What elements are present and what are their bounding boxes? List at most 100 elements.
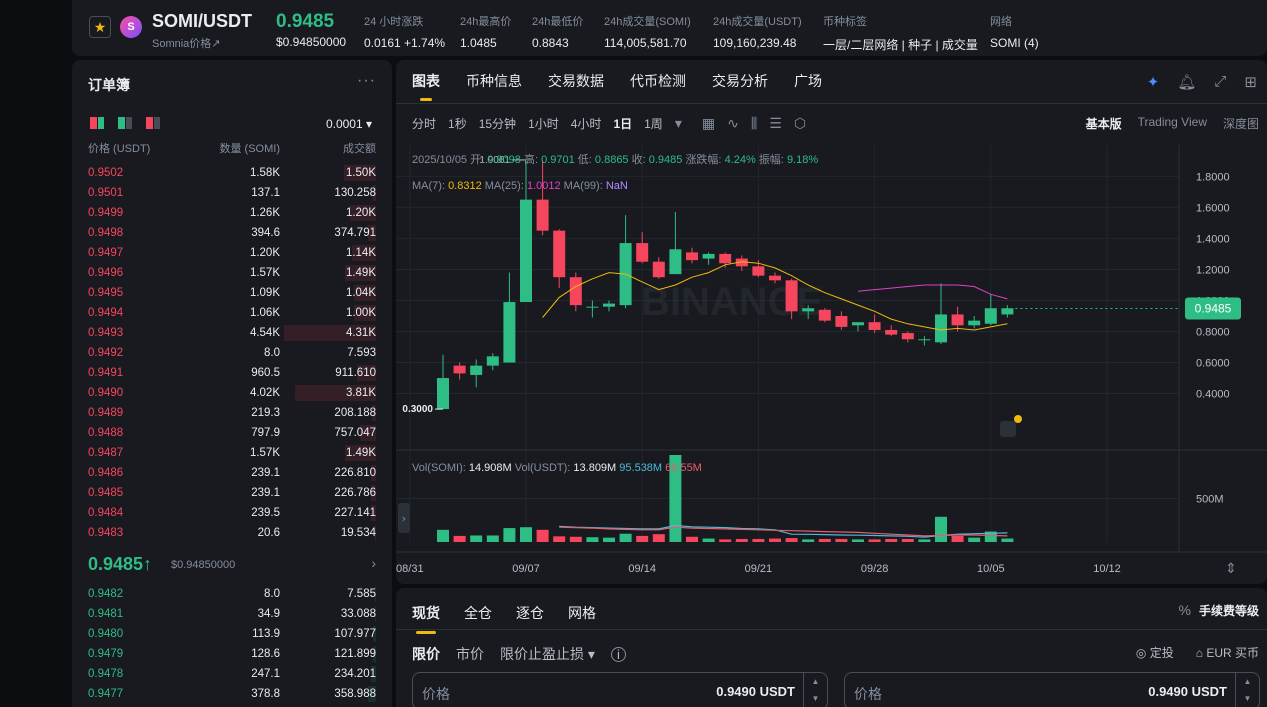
ask-row[interactable]: 0.9502 1.58K 1.50K: [72, 163, 392, 183]
tick-size-select[interactable]: 0.0001 ▾: [326, 117, 372, 131]
bid-row[interactable]: 0.9477 378.8 358.988: [72, 684, 392, 704]
timeframe-1h[interactable]: 1小时: [528, 115, 559, 132]
tab-trade-analysis[interactable]: 交易分析: [712, 71, 768, 101]
tab-coin-info[interactable]: 币种信息: [466, 71, 522, 101]
caret-down-icon[interactable]: ▾: [675, 115, 682, 132]
ask-row[interactable]: 0.9491 960.5 911.610: [72, 363, 392, 383]
ask-row[interactable]: 0.9496 1.57K 1.49K: [72, 263, 392, 283]
timeframe-line[interactable]: 分时: [412, 115, 436, 132]
ask-row[interactable]: 0.9495 1.09K 1.04K: [72, 283, 392, 303]
timeframe-15m[interactable]: 15分钟: [479, 115, 516, 132]
volume-bar: [486, 535, 499, 542]
view-tradingview[interactable]: Trading View: [1138, 115, 1207, 132]
ask-row[interactable]: 0.9490 4.02K 3.81K: [72, 383, 392, 403]
ask-row[interactable]: 0.9488 797.9 757.047: [72, 423, 392, 443]
fit-height-icon[interactable]: ⇕: [1225, 561, 1237, 577]
tab-chart[interactable]: 图表: [412, 71, 440, 101]
order-type-limit[interactable]: 限价: [412, 644, 440, 664]
ask-row[interactable]: 0.9501 137.1 130.258: [72, 183, 392, 203]
ask-row[interactable]: 0.9483 20.6 19.534: [72, 523, 392, 543]
ask-row[interactable]: 0.9499 1.26K 1.20K: [72, 203, 392, 223]
ask-row[interactable]: 0.9486 239.1 226.810: [72, 463, 392, 483]
ohlc-value: 高:: [524, 152, 541, 166]
chevron-right-icon[interactable]: ›: [371, 555, 376, 571]
pair-title[interactable]: SOMI/USDT: [152, 11, 252, 32]
candle-body: [951, 314, 964, 326]
ohlc-value: 0.9701: [541, 154, 578, 166]
x-tick-label: 09/07: [512, 563, 540, 575]
qty-cell: 128.6: [251, 648, 280, 660]
tab-trading-data[interactable]: 交易数据: [548, 71, 604, 101]
stat-network[interactable]: 网络 SOMI (4): [990, 13, 1039, 50]
timeframe-1w[interactable]: 1周: [644, 115, 663, 132]
ask-row[interactable]: 0.9497 1.20K 1.14K: [72, 243, 392, 263]
ma-value: 0.8312: [448, 180, 485, 192]
volume-value: 95.538M: [619, 462, 665, 474]
expand-icon[interactable]: ⤢: [1214, 73, 1226, 91]
eur-buy-button[interactable]: ⌂ EUR 买币: [1196, 644, 1259, 661]
indicator-icon[interactable]: ∿: [727, 115, 739, 132]
coin-price-link[interactable]: Somnia价格↗: [152, 35, 221, 51]
volume-bar: [652, 534, 665, 542]
ask-row[interactable]: 0.9484 239.5 227.141: [72, 503, 392, 523]
x-tick-label: 09/14: [628, 563, 656, 575]
bid-row[interactable]: 0.9478 247.1 234.201: [72, 664, 392, 684]
view-depth[interactable]: 深度图: [1223, 115, 1259, 132]
stat-24h-volume-usdt: 24h成交量(USDT) 109,160,239.48: [713, 16, 802, 50]
settings-sliders-icon[interactable]: ☰: [769, 115, 782, 132]
ohlc-value: 9.18%: [787, 154, 818, 166]
stat-24h-high: 24h最高价 1.0485: [460, 16, 512, 50]
info-icon[interactable]: i: [610, 646, 626, 662]
order-type-stop-limit[interactable]: 限价止盈止损 ▾: [500, 644, 595, 664]
favorite-star-icon[interactable]: ★: [89, 16, 111, 38]
bid-row[interactable]: 0.9480 113.9 107.977: [72, 624, 392, 644]
ask-row[interactable]: 0.9487 1.57K 1.49K: [72, 443, 392, 463]
price-stepper[interactable]: ▲ ▼: [803, 673, 827, 707]
hexagon-settings-icon[interactable]: ⬡: [794, 115, 806, 132]
volume-bar: [918, 539, 931, 542]
recurring-buy-button[interactable]: ◎ 定投: [1136, 644, 1174, 661]
stat-coin-tags[interactable]: 币种标签 一层/二层网络 | 种子 | 成交量: [823, 13, 978, 53]
price-cell: 0.9482: [88, 588, 124, 600]
sell-price-field[interactable]: 价格 0.9490 USDT ▲ ▼: [844, 672, 1260, 707]
calendar-icon[interactable]: ▦: [702, 115, 715, 132]
bid-row[interactable]: 0.9481 34.9 33.088: [72, 604, 392, 624]
order-type-market[interactable]: 市价: [456, 644, 484, 664]
ask-row[interactable]: 0.9485 239.1 226.786: [72, 483, 392, 503]
ellipsis-icon[interactable]: ···: [357, 72, 376, 90]
price-stepper[interactable]: ▲ ▼: [1235, 673, 1259, 707]
bids-only-icon[interactable]: [118, 117, 132, 129]
ma-label: MA(99):: [564, 180, 606, 192]
ask-row[interactable]: 0.9493 4.54K 4.31K: [72, 323, 392, 343]
ask-row[interactable]: 0.9492 8.0 7.593: [72, 343, 392, 363]
view-basic[interactable]: 基本版: [1086, 115, 1122, 132]
ohlc-info: 2025/10/05 开: 0.9098 高: 0.9701 低: 0.8865…: [412, 152, 818, 166]
candle-body: [569, 277, 582, 306]
buy-price-field[interactable]: 价格 0.9490 USDT ▲ ▼: [412, 672, 828, 707]
sparkle-icon[interactable]: ✦: [1147, 73, 1160, 91]
timeframe-1d[interactable]: 1日: [613, 115, 632, 132]
bid-row[interactable]: 0.9479 128.6 121.899: [72, 644, 392, 664]
ask-row[interactable]: 0.9498 394.6 374.791: [72, 223, 392, 243]
candlestick-chart[interactable]: 0.40000.60000.80001.00001.20001.40001.60…: [396, 145, 1267, 584]
timeframe-1s[interactable]: 1秒: [448, 115, 467, 132]
layout-icon[interactable]: ⊞: [1244, 73, 1257, 91]
tab-token-check[interactable]: 代币检测: [630, 71, 686, 101]
both-sides-icon[interactable]: [90, 117, 104, 129]
timeframe-4h[interactable]: 4小时: [571, 115, 602, 132]
tab-square[interactable]: 广场: [794, 71, 822, 101]
candle-body: [785, 280, 798, 312]
ask-row[interactable]: 0.9494 1.06K 1.00K: [72, 303, 392, 323]
low-marker-label: 0.3000: [402, 404, 433, 415]
view-mode-switch: 基本版 Trading View 深度图: [1086, 115, 1259, 132]
asks-only-icon[interactable]: [146, 117, 160, 129]
bid-row[interactable]: 0.9482 8.0 7.585: [72, 584, 392, 604]
qty-cell: 219.3: [251, 407, 280, 419]
bell-icon[interactable]: 🔔︎: [1177, 73, 1196, 91]
fee-level-link[interactable]: % 手续费等级: [1179, 602, 1259, 619]
x-tick-label: 10/05: [977, 563, 1005, 575]
news-icon[interactable]: [1000, 421, 1016, 437]
ask-row[interactable]: 0.9489 219.3 208.188: [72, 403, 392, 423]
orderbook-mid-price[interactable]: 0.9485↑ $0.94850000 ›: [88, 552, 376, 578]
candle-type-icon[interactable]: ⫼: [751, 115, 757, 132]
